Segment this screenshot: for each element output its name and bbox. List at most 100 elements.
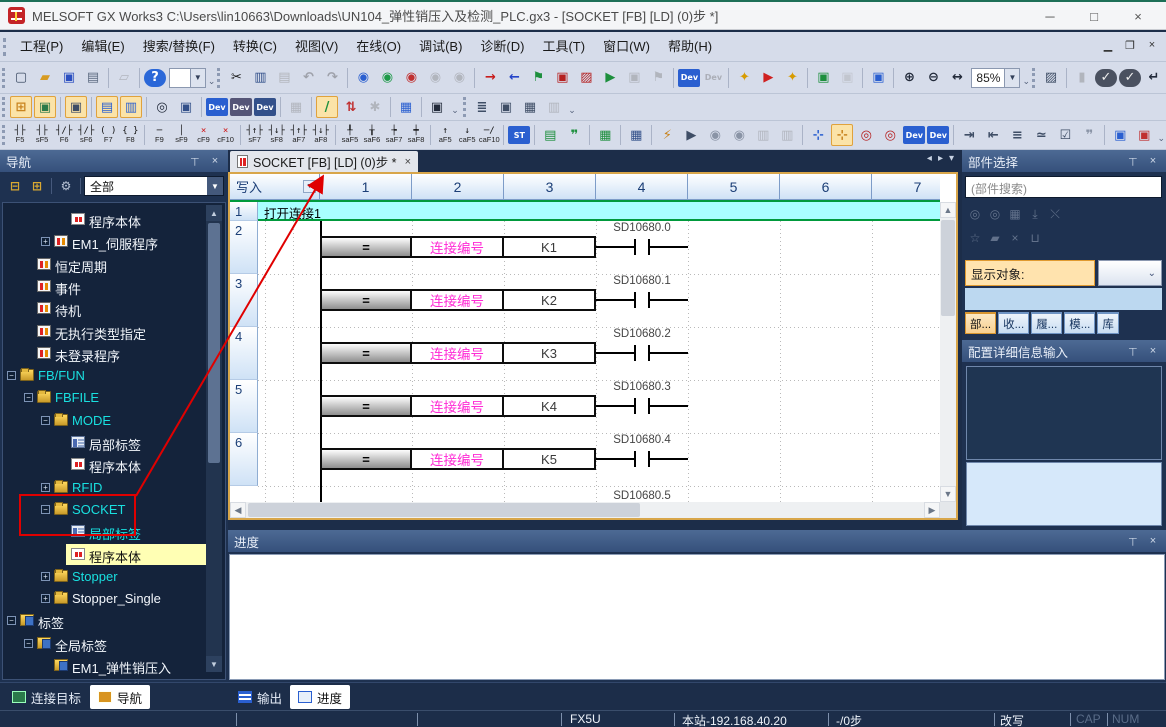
chevron-down-icon[interactable]: ▼ [207,177,223,195]
device-comment-selector[interactable]: ▼ [169,68,206,88]
scroll-down-icon[interactable]: ▼ [206,656,222,672]
ladder-backup-blue-icon[interactable]: ▣ [1109,124,1131,146]
tab-scroll-right-icon[interactable]: ▸ [938,153,943,164]
tree-item-SOCKET[interactable]: −SOCKET [3,499,225,521]
tree-item-EM1_弹性销压入[interactable]: EM1_弹性销压入 [3,655,225,677]
instruction-value-cell[interactable]: K1 [502,236,596,258]
write-mode-dropdown-icon[interactable]: ▼ [303,180,316,193]
ladder-backup-red-icon[interactable]: ▣ [1133,124,1155,146]
tree-item-Stopper[interactable]: +Stopper [3,566,225,588]
remote-stop-icon[interactable]: ▣ [551,67,573,89]
statement-table-icon[interactable]: ▦ [594,124,616,146]
read-from-plc-icon[interactable]: ← [503,67,525,89]
horizontal-scrollbar[interactable]: ◀ ▶ [230,502,940,518]
editor-tab-socket[interactable]: SOCKET [FB] [LD] (0)步 * × [230,151,418,172]
close-panel-icon[interactable]: × [1146,535,1160,547]
close-panel-icon[interactable]: × [1146,345,1160,357]
chevron-down-icon[interactable]: ▼ [1004,69,1019,87]
instruction-operand-cell[interactable]: 连接编号 [410,289,504,311]
close-button[interactable]: × [1116,2,1160,30]
tree-item-FB/FUN[interactable]: −FB/FUN [3,365,225,387]
zoom-out-icon[interactable]: ⊖ [922,67,944,89]
toolbar-grip[interactable] [2,125,5,145]
quick-convert-icon[interactable]: ⚡ [656,124,678,146]
delete-horizontal-line-button[interactable]: ×cF9 [193,123,215,148]
toolbar-overflow-icon[interactable]: ⌄ [1022,67,1030,89]
navigation-window-icon[interactable]: ⊞ [10,96,32,118]
tree-scrollbar[interactable]: ▲ ▼ [206,205,222,672]
hide-comments-icon[interactable]: ❞ [1078,124,1100,146]
menu-item-4[interactable]: 转换(C) [224,36,286,58]
tree-expander-icon[interactable]: + [41,483,50,492]
scroll-up-icon[interactable]: ▲ [940,202,956,218]
menu-item-3[interactable]: 搜索/替换(F) [134,36,224,58]
tree-item-局部标签[interactable]: 局部标签 [3,521,225,543]
element-tab-5[interactable]: 库 [1097,312,1119,334]
instruction-value-cell[interactable]: K2 [502,289,596,311]
tree-item-MODE[interactable]: −MODE [3,410,225,432]
contact-device-label[interactable]: SD10680.4 [596,434,688,446]
monitor-all-windows-icon[interactable]: ▣ [867,67,889,89]
write-to-plc-icon[interactable]: → [479,67,501,89]
table-display-icon[interactable]: ▦ [519,96,541,118]
instruction-op-cell[interactable]: = [320,395,412,417]
toolbar-overflow-icon[interactable]: ⌄ [1156,124,1166,146]
tree-item-无执行类型指定[interactable]: 无执行类型指定 [3,321,225,343]
tree-expander-icon[interactable]: − [7,616,16,625]
tree-item-标签[interactable]: −标签 [3,610,225,632]
contact-device-label[interactable]: SD10680.3 [596,381,688,393]
contact-device-label[interactable]: SD10680.2 [596,328,688,340]
find-instruction-icon[interactable]: ◉ [376,67,398,89]
line-statement-icon[interactable]: ≃ [1030,124,1052,146]
docking-snippet-icon[interactable]: ▨ [1040,67,1062,89]
scroll-up-icon[interactable]: ▲ [206,205,222,221]
menu-item-10[interactable]: 窗口(W) [594,36,659,58]
contact-device-label[interactable]: SD10680.1 [596,275,688,287]
tree-expander-icon[interactable]: + [41,572,50,581]
ladder-search-2-icon[interactable]: ◉ [728,124,750,146]
application-instruction-button[interactable]: { }F8 [119,123,141,148]
toolbar-overflow-icon[interactable]: ⌄ [208,67,216,89]
simulation-start-icon[interactable]: ▶ [757,67,779,89]
tree-item-程序本体[interactable]: 程序本体 [3,544,225,566]
gear-icon[interactable]: ⚙ [56,176,76,196]
module-configuration-icon[interactable]: ▣ [65,96,87,118]
instruction-operand-cell[interactable]: 连接编号 [410,236,504,258]
module-monitor-icon[interactable]: ▣ [34,96,56,118]
instruction-op-cell[interactable]: = [320,448,412,470]
print-icon[interactable]: ▤ [82,67,104,89]
zoom-in-icon[interactable]: ⊕ [898,67,920,89]
instruction-op-cell[interactable]: = [320,236,412,258]
toolbar-overflow-icon[interactable]: ⌄ [566,96,578,118]
tree-expander-icon[interactable]: − [24,639,33,648]
falling-edge-button[interactable]: ↓caF5 [456,123,478,148]
tab-list-icon[interactable]: ▾ [949,153,954,164]
instruction-operand-cell[interactable]: 连接编号 [410,448,504,470]
menu-item-7[interactable]: 调试(B) [410,36,471,58]
tree-item-全局标签[interactable]: −全局标签 [3,633,225,655]
read-document-2-icon[interactable]: ◎ [879,124,901,146]
menu-item-11[interactable]: 帮助(H) [659,36,721,58]
delete-row-icon[interactable]: ⇤ [982,124,1004,146]
pulse-not-close-button[interactable]: ┿saF8 [405,123,427,148]
open-project-icon[interactable]: ▰ [34,67,56,89]
pin-icon[interactable]: ⊥ [1126,345,1140,358]
statement-list-icon[interactable]: ≣ [471,96,493,118]
dock-tab-连接目标[interactable]: 连接目标 [4,685,89,709]
scroll-right-icon[interactable]: ▶ [924,502,940,518]
mdi-close-icon[interactable]: × [1142,36,1162,54]
rung-comment[interactable]: 打开连接1 [258,202,940,221]
rising-edge-button[interactable]: ↑aF5 [434,123,456,148]
tree-filter-select[interactable]: 全部 ▼ [84,176,224,196]
delete-vertical-line-button[interactable]: ×cF10 [215,123,237,148]
menu-item-9[interactable]: 工具(T) [533,36,594,58]
help-icon[interactable]: ? [144,69,166,87]
tree-expander-icon[interactable]: − [7,371,16,380]
read-document-1-icon[interactable]: ◎ [855,124,877,146]
pulse-not-open-button[interactable]: ┾saF7 [383,123,405,148]
menu-item-5[interactable]: 视图(V) [286,36,347,58]
contact-device-label[interactable]: SD10680.0 [596,222,688,234]
zoom-fit-width-icon[interactable]: ↔ [946,67,968,89]
dialog-display-icon[interactable]: ▣ [495,96,517,118]
instruction-value-cell[interactable]: K3 [502,342,596,364]
